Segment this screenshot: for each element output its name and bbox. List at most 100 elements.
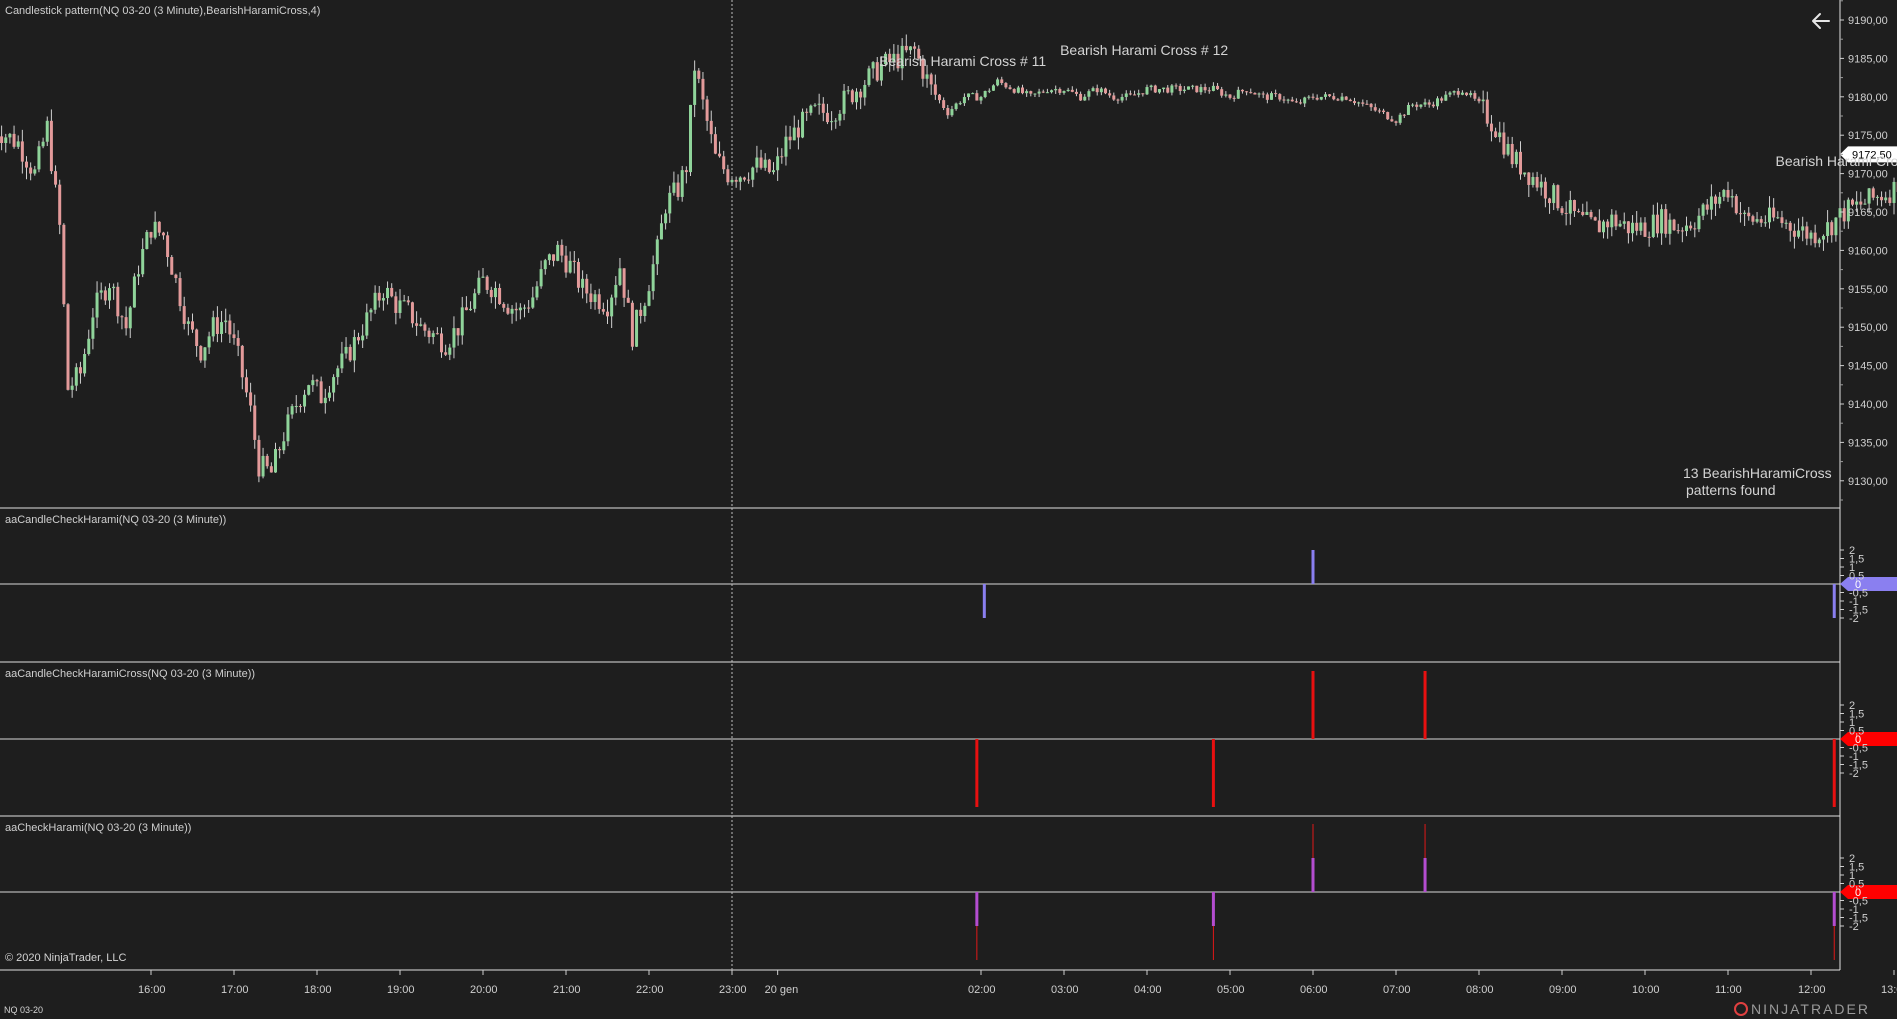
candle-body — [1460, 92, 1464, 95]
candle-body — [1548, 198, 1552, 204]
candle-body — [967, 93, 971, 98]
candle-body — [332, 377, 336, 393]
candle-body — [635, 309, 639, 347]
candle-body — [1543, 181, 1547, 199]
candle-body — [742, 177, 746, 180]
candle-body — [1531, 176, 1535, 185]
candle-body — [830, 121, 834, 123]
candle-body — [398, 300, 402, 313]
price-tick-label: 9150,00 — [1848, 322, 1888, 334]
candle-body — [726, 169, 730, 183]
candle-body — [269, 466, 273, 473]
candle-body — [427, 330, 431, 338]
candle-body — [1228, 94, 1232, 98]
candle-body — [1772, 207, 1776, 218]
candle-body — [406, 300, 410, 303]
candle-body — [1755, 219, 1759, 222]
candle-body — [1070, 89, 1074, 92]
candle-body — [1489, 123, 1493, 132]
candle-body — [535, 286, 539, 298]
candle-body — [41, 141, 45, 147]
candle-body — [1734, 196, 1738, 214]
pattern-annotation: Bearish Harami Cross # 13 — [1776, 153, 1897, 169]
harami-cross-signal-bar — [1423, 671, 1427, 739]
candle-body — [772, 170, 775, 173]
candle-body — [867, 68, 871, 85]
candle-body — [381, 298, 385, 301]
candle-body — [1801, 226, 1805, 231]
candle-body — [99, 290, 103, 293]
candle-body — [70, 385, 74, 390]
time-tick-label: 05:00 — [1217, 984, 1245, 996]
candle-body — [709, 120, 713, 135]
candle-body — [971, 93, 975, 95]
harami-cross-signal-bar — [1211, 739, 1215, 807]
candle-body — [1162, 87, 1166, 90]
back-arrow-icon — [1812, 13, 1830, 29]
candle-body — [1423, 102, 1427, 105]
candle-body — [1631, 222, 1635, 234]
candle-body — [626, 297, 630, 303]
candle-body — [1552, 185, 1556, 204]
candle-body — [539, 269, 543, 287]
candle-body — [282, 441, 286, 451]
candle-body — [390, 287, 394, 297]
grid-lines — [0, 0, 1841, 971]
candle-body — [564, 255, 568, 273]
candle-body — [1456, 91, 1460, 95]
candle-body — [1174, 85, 1178, 87]
candle-body — [1066, 89, 1070, 92]
candle-body — [1274, 93, 1278, 95]
candle-body — [718, 153, 722, 157]
candle-body — [419, 324, 423, 326]
harami-cross-signal-bar — [1311, 671, 1315, 739]
candle-body — [1270, 93, 1273, 100]
candle-body — [25, 161, 28, 168]
candle-body — [1178, 85, 1182, 92]
candle-body — [747, 179, 751, 181]
candle-body — [1348, 99, 1352, 102]
price-tick-label: 9155,00 — [1848, 284, 1888, 296]
candle-body — [112, 286, 116, 289]
candle-body — [1792, 230, 1796, 237]
candle-body — [203, 347, 207, 361]
candle-body — [1137, 93, 1141, 95]
indicator-tick-label: 0,5 — [1849, 571, 1864, 583]
candle-body — [253, 405, 257, 440]
candle-body — [1871, 188, 1875, 198]
candle-body — [622, 268, 626, 298]
candle-body — [323, 397, 327, 404]
candle-body — [303, 394, 307, 407]
candle-body — [1294, 101, 1298, 103]
candle-body — [74, 367, 78, 386]
candle-body — [1714, 196, 1718, 204]
candle-body — [1427, 102, 1431, 105]
candle-body — [1253, 93, 1257, 95]
back-arrow-button[interactable] — [1808, 8, 1834, 34]
instrument-label: NQ 03-20 — [4, 1005, 43, 1015]
candle-body — [1813, 232, 1817, 244]
candle-body — [236, 338, 240, 346]
candle-body — [1510, 143, 1514, 165]
candle-body — [805, 111, 809, 113]
candle-body — [1124, 93, 1128, 97]
chart-canvas[interactable]: 9172,509190,009185,009180,009175,009170,… — [0, 0, 1897, 1019]
candle-body — [776, 156, 780, 171]
candle-body — [1647, 236, 1651, 238]
candle-body — [435, 333, 439, 335]
candle-body — [1240, 89, 1244, 92]
candle-body — [1353, 101, 1356, 104]
candle-body — [1859, 201, 1863, 205]
candle-body — [58, 184, 62, 225]
candle-body — [954, 103, 958, 110]
pattern-annotation: Bearish Harami Cross # 11 — [879, 53, 1046, 69]
candle-body — [20, 141, 24, 162]
candle-body — [684, 170, 688, 173]
candle-body — [1577, 211, 1581, 213]
candle-body — [1568, 200, 1572, 214]
candle-body — [1104, 88, 1107, 94]
candle-body — [178, 278, 182, 307]
candle-body — [1759, 219, 1763, 223]
candle-body — [1664, 209, 1668, 234]
candle-body — [751, 167, 755, 180]
